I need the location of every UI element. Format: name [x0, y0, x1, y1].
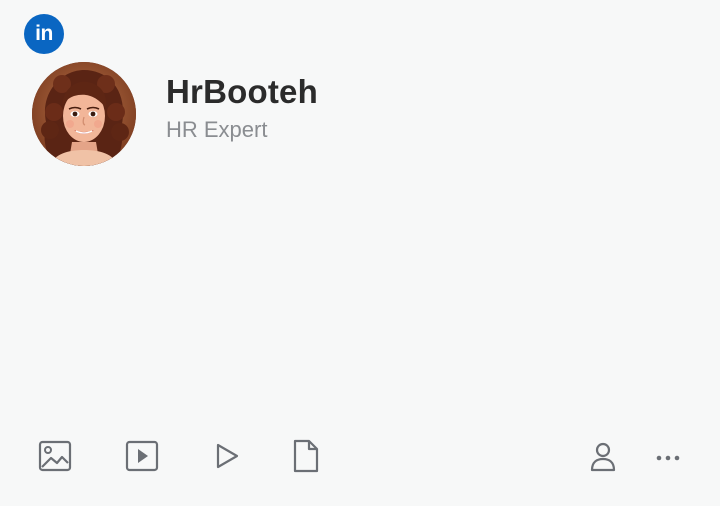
person-icon: [590, 442, 616, 472]
document-icon: [293, 439, 319, 473]
linkedin-logo: in: [24, 14, 64, 54]
visibility-button[interactable]: [583, 436, 623, 476]
avatar[interactable]: [32, 62, 136, 166]
image-icon: [38, 440, 72, 472]
more-options-button[interactable]: [648, 436, 688, 476]
video-icon: [125, 440, 159, 472]
profile-headline: HR Expert: [166, 117, 268, 142]
more-icon: [656, 455, 680, 461]
add-image-button[interactable]: [35, 436, 75, 476]
add-video-button[interactable]: [122, 436, 162, 476]
play-button[interactable]: [206, 436, 246, 476]
profile-photo: [32, 62, 136, 166]
profile-name[interactable]: HrBooteh: [166, 73, 318, 111]
linkedin-logo-text: in: [35, 22, 53, 45]
add-document-button[interactable]: [285, 436, 325, 476]
play-icon: [216, 443, 239, 469]
post-composer-card: in HrBooteh HR Expert: [0, 0, 720, 506]
